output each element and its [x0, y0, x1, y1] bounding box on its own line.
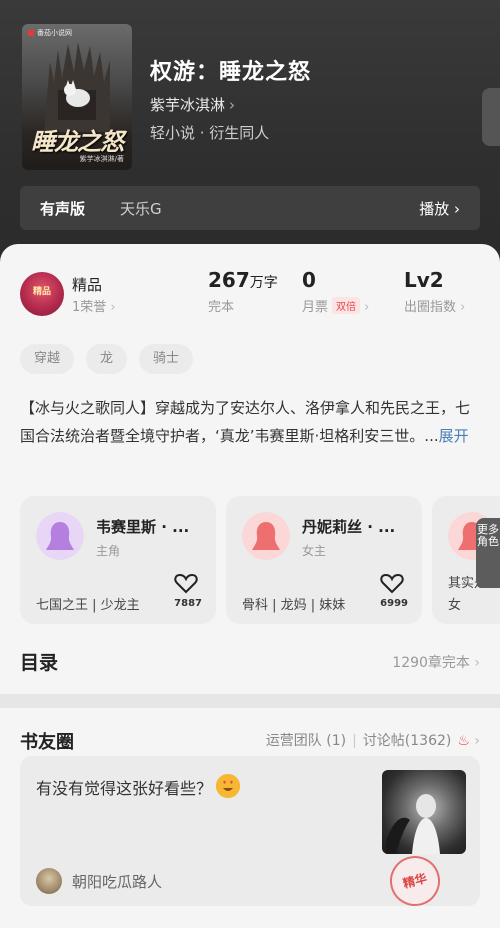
- tag-list: 穿越龙骑士: [20, 344, 205, 374]
- tag-chip[interactable]: 龙: [86, 344, 128, 374]
- audio-version-bar[interactable]: 有声版 天乐G 播放 ›: [20, 186, 480, 230]
- honor-badge-icon: 精品: [20, 272, 64, 316]
- character-desc-line2: 女: [448, 598, 462, 613]
- word-count-stat: 267万字 完本: [208, 268, 278, 315]
- book-title: 权游：睡龙之怒: [150, 60, 312, 85]
- chevron-right-icon: ›: [474, 655, 480, 671]
- divider: |: [352, 733, 357, 749]
- tag-chip[interactable]: 穿越: [20, 344, 75, 374]
- heart-icon[interactable]: [174, 572, 198, 594]
- toc-label: 目录: [20, 652, 59, 674]
- chevron-right-icon: ›: [364, 300, 370, 315]
- fire-icon: ♨: [457, 733, 470, 749]
- chevron-right-icon: ›: [454, 200, 460, 218]
- level-stat[interactable]: Lv2 出圈指数 ›: [404, 268, 465, 315]
- user-avatar[interactable]: [36, 868, 62, 894]
- table-of-contents-row[interactable]: 目录 1290章完本 ›: [0, 638, 500, 686]
- book-community: 书友圈 运营团队 (1) | 讨论帖(1362) ♨ › 有没有觉得这张好看些？ 精华…: [0, 708, 500, 928]
- featured-post[interactable]: 有没有觉得这张好看些？ 精华 朝阳吃瓜路人: [20, 756, 480, 912]
- character-desc: 骨科 | 龙妈 | 妹妹: [242, 598, 346, 613]
- community-links: 运营团队 (1) | 讨论帖(1362) ♨ ›: [266, 730, 480, 750]
- monthly-ticket-value: 0: [302, 268, 316, 292]
- author-name: 紫芋冰淇淋: [150, 96, 226, 114]
- honor-count: 1荣誉 ›: [72, 300, 116, 315]
- chevron-right-icon: ›: [460, 300, 466, 315]
- character-card[interactable]: 韦赛里斯 · ... 主角 7887 七国之王 | 少龙主: [20, 496, 216, 624]
- ops-team-link[interactable]: 运营团队 (1): [266, 733, 346, 749]
- expand-link[interactable]: 展开: [439, 427, 469, 445]
- cover-throne-illustration: [44, 42, 110, 132]
- section-divider: [0, 694, 500, 708]
- word-count-value: 267: [208, 268, 250, 292]
- cover-author: 紫芋冰淇淋/著: [79, 155, 124, 163]
- chevron-right-icon: ›: [110, 300, 116, 315]
- author-link[interactable]: 紫芋冰淇淋 ›: [150, 94, 235, 115]
- audio-narrator: 天乐G: [120, 200, 162, 218]
- heart-eyes-emoji-icon: [216, 774, 241, 798]
- post-text: 有没有觉得这张好看些？: [36, 774, 241, 799]
- character-role: 主角: [96, 544, 121, 558]
- heart-icon[interactable]: [380, 572, 404, 594]
- cover-title: 睡龙之怒: [31, 128, 124, 156]
- character-role: 女主: [302, 544, 327, 558]
- cover-publisher: 番茄小说网: [28, 28, 72, 38]
- featured-stamp-badge: 精华: [384, 850, 446, 912]
- tag-chip[interactable]: 骑士: [139, 344, 194, 374]
- post-username[interactable]: 朝阳吃瓜路人: [72, 871, 162, 892]
- level-label: 出圈指数: [404, 300, 457, 315]
- character-desc: 七国之王 | 少龙主: [36, 598, 140, 613]
- double-badge: 双倍: [332, 297, 361, 314]
- play-label: 播放: [419, 200, 450, 218]
- character-card[interactable]: 丹妮莉丝 · ... 女主 6999 骨科 | 龙妈 | 妹妹: [226, 496, 422, 624]
- level-value: Lv2: [404, 268, 444, 292]
- side-pull-tab[interactable]: [482, 88, 500, 146]
- character-name: 韦赛里斯 · ...: [96, 518, 190, 536]
- discussion-posts-link[interactable]: 讨论帖(1362): [363, 733, 452, 749]
- intro-text: 【冰与火之歌同人】穿越成为了安达尔人、洛伊拿人和先民之王，七国合法统治者暨全境守…: [20, 399, 471, 445]
- honor-badge-text: 精品: [32, 287, 51, 297]
- character-likes: 7887: [174, 598, 202, 609]
- toc-chapter-count: 1290章完本 ›: [392, 655, 480, 671]
- post-image[interactable]: [382, 770, 466, 854]
- more-characters-tab[interactable]: 更多角色: [476, 518, 500, 588]
- word-count-unit: 万字: [249, 275, 278, 291]
- community-title: 书友圈: [20, 732, 74, 753]
- character-avatar: [242, 512, 290, 560]
- audio-badge: 有声版: [40, 200, 86, 218]
- monthly-ticket-label: 月票: [302, 300, 329, 315]
- play-button[interactable]: 播放 ›: [419, 198, 460, 219]
- character-avatar: [36, 512, 84, 560]
- book-detail-card: 精品 精品 1荣誉 › 267万字 完本 0 月票 双倍 › Lv2 出圈指数 ›…: [0, 244, 500, 694]
- character-name: 丹妮莉丝 · ...: [302, 518, 396, 536]
- character-likes: 6999: [380, 598, 408, 609]
- monthly-ticket-stat[interactable]: 0 月票 双倍 ›: [302, 268, 369, 315]
- chevron-right-icon: ›: [229, 96, 236, 114]
- completion-status: 完本: [208, 300, 235, 315]
- character-carousel[interactable]: 韦赛里斯 · ... 主角 7887 七国之王 | 少龙主 丹妮莉丝 · ...…: [20, 496, 500, 626]
- book-intro[interactable]: 【冰与火之歌同人】穿越成为了安达尔人、洛伊拿人和先民之王，七国合法统治者暨全境守…: [20, 394, 480, 450]
- honor-label: 精品: [72, 276, 103, 294]
- book-genre: 轻小说 · 衍生同人: [150, 124, 270, 142]
- chevron-right-icon: ›: [474, 733, 480, 749]
- book-header: 番茄小说网 睡龙之怒 紫芋冰淇淋/著 权游：睡龙之怒 紫芋冰淇淋 › 轻小说 · …: [0, 0, 500, 260]
- book-cover[interactable]: 番茄小说网 睡龙之怒 紫芋冰淇淋/著: [22, 24, 132, 170]
